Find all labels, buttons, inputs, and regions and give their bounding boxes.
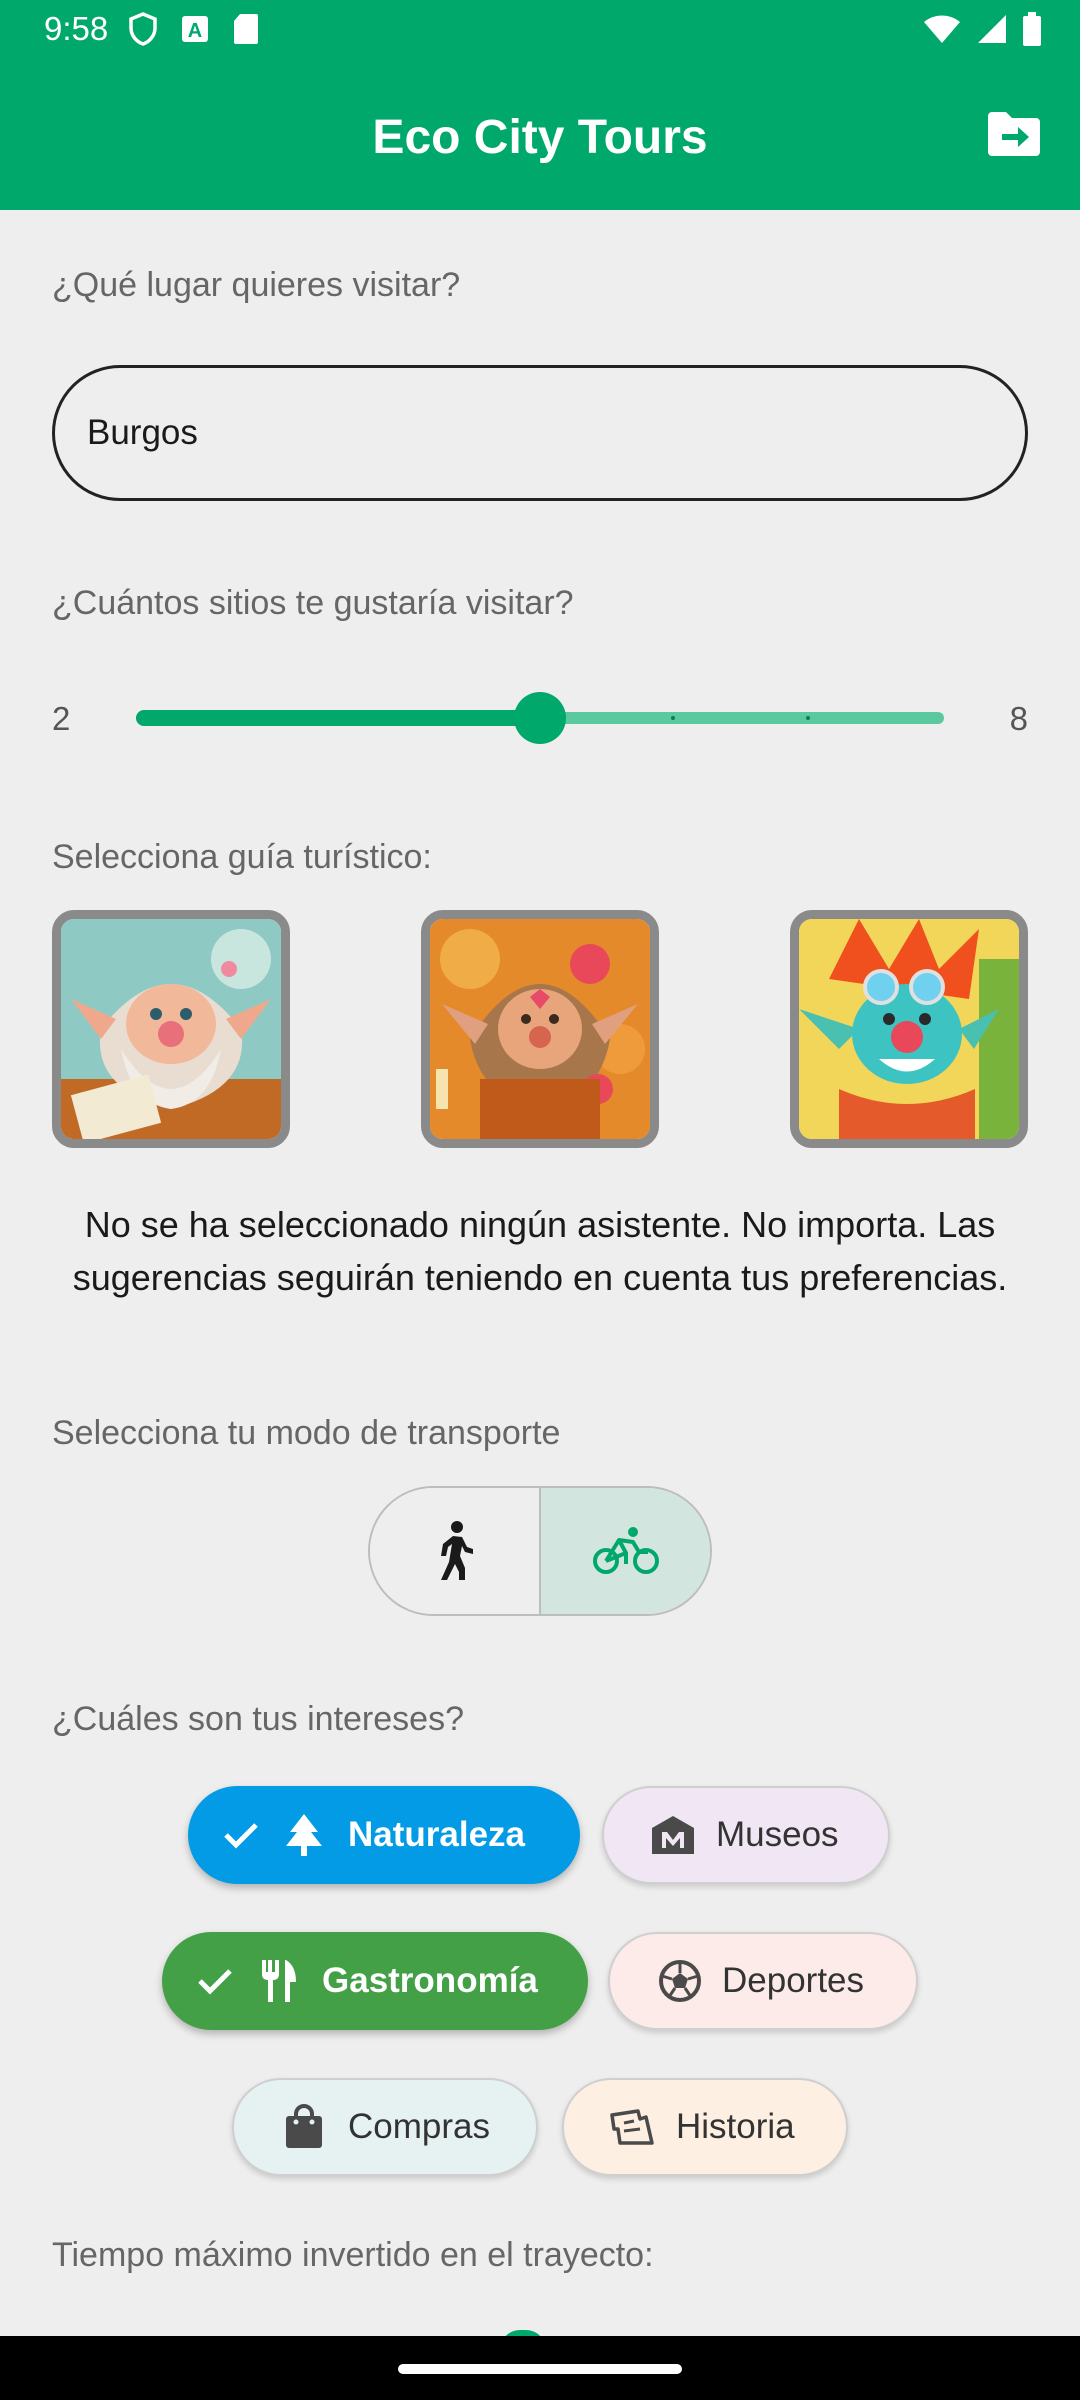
gesture-handle[interactable] [398,2364,682,2374]
guide-avatar-1[interactable] [52,910,290,1148]
transport-label: Selecciona tu modo de transporte [52,1414,561,1452]
status-time: 9:58 [44,10,109,47]
restaurant-icon [262,1960,296,2002]
chip-naturaleza[interactable]: Naturaleza [188,1786,580,1884]
transport-bike-option[interactable] [541,1488,710,1614]
place-input[interactable]: Burgos [52,365,1028,501]
folder-login-icon [988,112,1040,156]
chip-label: Deportes [722,1961,865,2000]
check-icon [198,1969,232,1995]
history-sign-icon [610,2109,654,2145]
sd-card-icon [234,14,258,44]
guide-avatar-2[interactable] [421,910,659,1148]
svg-text:A: A [188,20,202,42]
place-value: Burgos [87,413,198,452]
slider-active-track [136,710,540,726]
time-label: Tiempo máximo invertido en el trayecto: [52,2236,654,2274]
slider-tick [806,716,810,720]
tree-icon [286,1814,322,1856]
slider-tick [671,716,675,720]
slider-max-label: 8 [1009,700,1028,737]
check-icon [224,1823,258,1849]
font-a-icon: A [182,16,208,42]
chip-label: Museos [716,1815,839,1854]
chip-museos[interactable]: Museos [602,1786,890,1884]
chip-label: Compras [348,2107,490,2146]
transport-walk-option[interactable] [370,1488,541,1614]
place-label: ¿Qué lugar quieres visitar? [52,266,461,304]
chip-historia[interactable]: Historia [562,2078,848,2176]
chip-label: Historia [676,2107,795,2146]
chip-compras[interactable]: Compras [232,2078,538,2176]
guide-avatar-3[interactable] [790,910,1028,1148]
gnome-lady-guide-illustration [430,919,650,1139]
slider-min-label: 2 [52,700,71,737]
battery-icon [1023,12,1041,46]
interests-label: ¿Cuáles son tus intereses? [52,1700,464,1738]
login-button[interactable] [984,110,1044,160]
guides-label: Selecciona guía turístico: [52,838,432,876]
sites-slider[interactable] [136,692,944,744]
museum-icon [652,1816,694,1854]
slider-thumb[interactable] [514,692,566,744]
chip-label: Gastronomía [322,1961,538,2000]
chip-gastronomia[interactable]: Gastronomía [162,1932,588,2030]
status-bar: 9:58 A [0,0,1080,60]
walk-icon [440,1521,473,1580]
shield-icon [129,12,157,46]
sites-label: ¿Cuántos sitios te gustaría visitar? [52,584,574,622]
no-guide-note: No se ha seleccionado ningún asistente. … [72,1204,1008,1298]
shopping-bag-icon [286,2104,322,2148]
troll-guide-illustration [799,919,1019,1139]
navigation-bar [0,2336,1080,2400]
app-bar: Eco City Tours [0,60,1080,210]
bike-icon [592,1527,659,1574]
signal-icon [978,15,1006,43]
wifi-icon [924,15,960,43]
transport-toggle[interactable] [368,1486,712,1616]
chip-label: Naturaleza [348,1815,526,1854]
soccer-ball-icon [659,1960,701,2002]
gnome-guide-illustration [61,919,281,1139]
chip-deportes[interactable]: Deportes [608,1932,918,2030]
app-title: Eco City Tours [372,111,708,164]
